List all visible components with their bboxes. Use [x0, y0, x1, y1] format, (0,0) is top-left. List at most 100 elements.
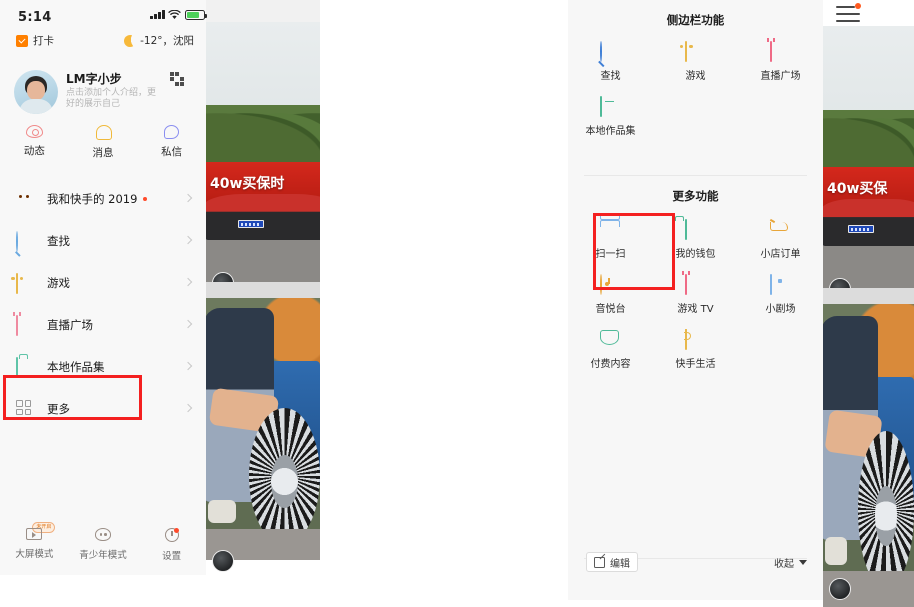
bottom-item-label: 设置 — [162, 551, 182, 562]
sidebar-item-search[interactable]: 查找 — [0, 220, 206, 262]
sidebar-item-live[interactable]: 直播广场 — [0, 304, 206, 346]
bottom-item-settings[interactable]: 设置 — [137, 518, 206, 575]
grid-item-paid-content[interactable]: 付费内容 — [568, 324, 653, 379]
tab-xiaoxi[interactable]: 消息 — [69, 125, 138, 169]
chevron-right-icon — [183, 361, 193, 371]
chevron-right-icon — [183, 403, 193, 413]
weather-widget[interactable]: -12°，沈阳 — [124, 33, 194, 48]
sidebar-item-label: 我和快手的 2019 — [47, 192, 138, 206]
live-tv-icon — [16, 315, 18, 336]
chevron-right-icon — [183, 277, 193, 287]
sidebar-item-2019[interactable]: 我和快手的 2019 — [0, 178, 206, 220]
drawer-top-row: 打卡 -12°，沈阳 — [0, 30, 206, 56]
weather-text: -12°，沈阳 — [140, 35, 194, 47]
moon-icon — [124, 34, 137, 47]
grid-item-label: 小剧场 — [765, 304, 796, 315]
checkbox-checked-icon — [16, 34, 28, 47]
edit-button-label: 编辑 — [610, 558, 630, 570]
gear-icon — [164, 528, 179, 542]
tab-label: 私信 — [161, 146, 183, 158]
grid-item-label: 付费内容 — [590, 359, 631, 370]
grid-item-wallet[interactable]: 我的钱包 — [653, 214, 738, 269]
sidebar-item-game[interactable]: 游戏 — [0, 262, 206, 304]
live-tv-icon — [770, 41, 773, 62]
drawer-bottom-bar: 未开启 大屏模式 青少年模式 设置 — [0, 518, 206, 575]
profile-card[interactable]: LM字小步 点击添加个人介绍，更好的展示自己 — [0, 68, 206, 120]
section-divider — [584, 175, 807, 176]
chevron-right-icon — [183, 235, 193, 245]
tab-label: 消息 — [92, 147, 114, 159]
grid-item-label: 我的钱包 — [675, 249, 716, 260]
chevron-right-icon — [183, 319, 193, 329]
sidebar-item-label: 本地作品集 — [47, 360, 105, 374]
theater-screen-icon — [770, 274, 773, 295]
grid-item-label: 小店订单 — [760, 249, 801, 260]
bell-icon — [96, 125, 112, 140]
video-frame-wheel — [823, 304, 914, 607]
profile-username: LM字小步 — [66, 72, 122, 86]
avatar[interactable] — [14, 70, 58, 114]
tab-dongtai[interactable]: 动态 — [0, 125, 69, 169]
collapse-button[interactable]: 收起 — [774, 555, 807, 570]
grid-item-theater[interactable]: 小剧场 — [738, 269, 823, 324]
video-banner-text: 40w买保时 — [210, 176, 285, 193]
sidebar-item-label: 查找 — [47, 234, 70, 248]
sidebar-item-label: 直播广场 — [47, 318, 93, 332]
more-functions-grid: 扫一扫 我的钱包 小店订单 音悦台 游戏 TV 小剧场 付费内容 快手生活 — [568, 214, 823, 379]
grid-item-music[interactable]: 音悦台 — [568, 269, 653, 324]
edit-button[interactable]: 编辑 — [586, 552, 638, 572]
teen-face-icon — [95, 528, 111, 541]
battery-icon — [185, 10, 207, 20]
game-controller-icon — [685, 41, 688, 62]
wifi-icon — [168, 10, 181, 19]
check-in-button[interactable]: 打卡 — [16, 33, 54, 48]
left-phone-screenshot: 5:14 打卡 -12°，沈阳 LM字小步 点击添加个人介绍，更好的展示自己 动… — [0, 0, 320, 600]
left-video-preview[interactable]: 40w买保时 — [206, 0, 320, 600]
right-video-preview[interactable]: 40w买保 — [823, 0, 914, 607]
edit-icon — [594, 556, 605, 568]
bottom-item-label: 大屏模式 — [15, 549, 54, 560]
sidebar-item-label: 游戏 — [47, 276, 70, 290]
screenshot-stage: 5:14 打卡 -12°，沈阳 LM字小步 点击添加个人介绍，更好的展示自己 动… — [0, 0, 914, 607]
sidebar-item-local-works[interactable]: 本地作品集 — [0, 346, 206, 388]
quick-tabs: 动态 消息 私信 — [0, 125, 206, 169]
grid-item-live[interactable]: 直播广场 — [738, 36, 823, 91]
grid-item-game-tv[interactable]: 游戏 TV — [653, 269, 738, 324]
grid-item-game[interactable]: 游戏 — [653, 36, 738, 91]
bottom-item-teen[interactable]: 青少年模式 — [69, 518, 138, 575]
bottom-item-bigscreen[interactable]: 未开启 大屏模式 — [0, 518, 69, 575]
video-frame-car: 40w买保时 — [206, 22, 320, 282]
grid-item-label: 查找 — [600, 71, 621, 82]
grid-item-search[interactable]: 查找 — [568, 36, 653, 91]
folder-icon — [600, 96, 603, 117]
sidebar-section-title: 侧边栏功能 — [666, 13, 725, 27]
sidebar-item-more[interactable]: 更多 — [0, 388, 206, 430]
grid-icon — [16, 400, 31, 415]
grid-item-label: 游戏 TV — [677, 304, 714, 315]
grid-item-label: 扫一扫 — [595, 249, 626, 260]
video-thumb-avatar[interactable] — [829, 578, 851, 600]
grid-item-local-works[interactable]: 本地作品集 — [568, 91, 653, 146]
more-section-title: 更多功能 — [672, 189, 719, 203]
grid-item-life[interactable]: 快手生活 — [653, 324, 738, 379]
chevron-right-icon — [183, 193, 193, 203]
caret-down-icon — [799, 560, 807, 565]
grid-item-shop-orders[interactable]: 小店订单 — [738, 214, 823, 269]
chat-bubble-icon — [164, 125, 180, 139]
collapse-label: 收起 — [774, 559, 794, 570]
bottom-item-label: 青少年模式 — [79, 550, 127, 561]
video-thumb-avatar[interactable] — [212, 550, 234, 572]
check-in-label: 打卡 — [33, 35, 54, 47]
grid-item-scan[interactable]: 扫一扫 — [568, 214, 653, 269]
profile-bio[interactable]: 点击添加个人介绍，更好的展示自己 — [66, 88, 164, 110]
video-frame-car: 40w买保 — [823, 26, 914, 288]
video-banner-text: 40w买保 — [827, 181, 888, 198]
qr-code-icon[interactable] — [170, 72, 184, 86]
tab-sixin[interactable]: 私信 — [137, 125, 206, 169]
grid-item-label: 直播广场 — [760, 71, 801, 82]
folder-icon — [16, 357, 18, 378]
hamburger-menu-icon[interactable] — [836, 3, 861, 22]
grid-item-empty — [738, 324, 823, 379]
eye-icon — [25, 125, 43, 138]
left-sidebar-drawer: 5:14 打卡 -12°，沈阳 LM字小步 点击添加个人介绍，更好的展示自己 动… — [0, 0, 206, 575]
